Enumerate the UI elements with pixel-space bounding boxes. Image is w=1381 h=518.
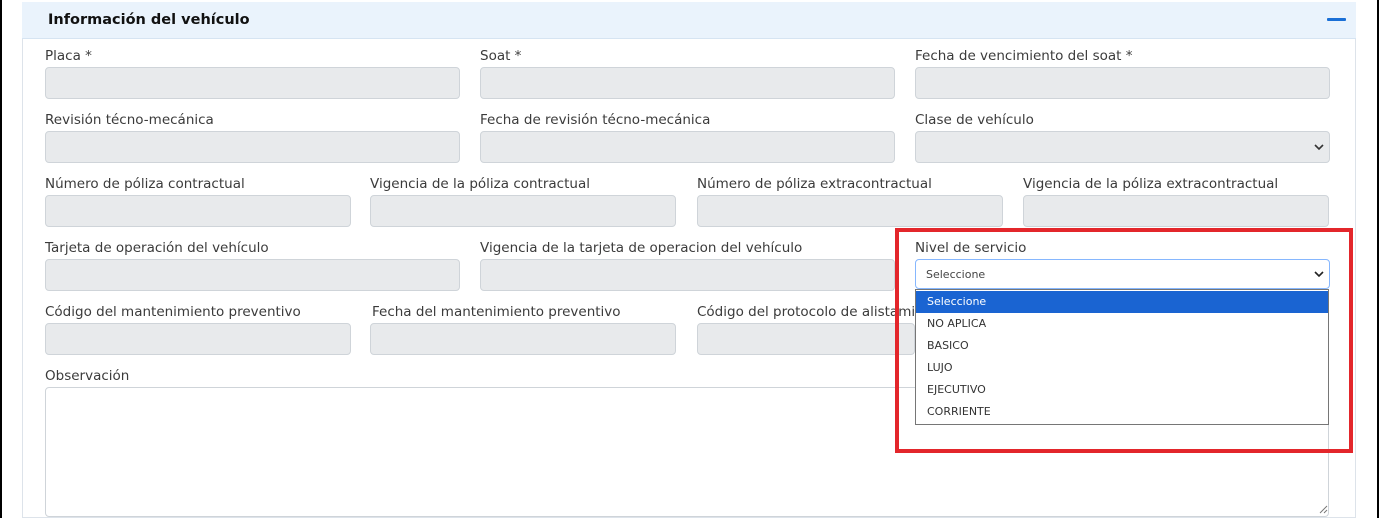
option-no-aplica[interactable]: NO APLICA — [916, 313, 1328, 335]
vig-poliza-extra-input[interactable] — [1023, 195, 1329, 227]
num-poliza-contractual-input[interactable] — [45, 195, 351, 227]
option-basico[interactable]: BASICO — [916, 335, 1328, 357]
fecha-mant-input[interactable] — [370, 323, 676, 355]
vig-tarjeta-label: Vigencia de la tarjeta de operacion del … — [480, 240, 803, 256]
tarjeta-label: Tarjeta de operación del vehículo — [45, 240, 269, 256]
resize-handle-icon[interactable] — [1318, 504, 1328, 514]
num-poliza-contractual-label: Número de póliza contractual — [45, 176, 245, 192]
fecha-revision-input[interactable] — [480, 131, 895, 163]
vig-poliza-contractual-label: Vigencia de la póliza contractual — [370, 176, 590, 192]
minus-icon[interactable] — [1327, 12, 1346, 26]
revision-label: Revisión técno-mecánica — [45, 112, 214, 128]
panel-title: Información del vehículo — [48, 12, 250, 28]
cod-protocolo-label: Código del protocolo de alistami — [697, 304, 916, 320]
clase-label: Clase de vehículo — [915, 112, 1034, 128]
vig-poliza-extra-label: Vigencia de la póliza extracontractual — [1023, 176, 1279, 192]
fecha-soat-input[interactable] — [915, 67, 1330, 99]
nivel-servicio-value: Seleccione — [926, 268, 986, 281]
chevron-down-icon — [1314, 271, 1324, 278]
option-corriente[interactable]: CORRIENTE — [916, 401, 1328, 423]
fecha-mant-label: Fecha del mantenimiento preventivo — [372, 304, 621, 320]
vig-tarjeta-input[interactable] — [480, 259, 895, 291]
observacion-label: Observación — [45, 368, 130, 384]
cod-mant-input[interactable] — [45, 323, 351, 355]
tarjeta-input[interactable] — [45, 259, 460, 291]
cod-mant-label: Código del mantenimiento preventivo — [45, 304, 301, 320]
cod-protocolo-input[interactable] — [697, 323, 915, 355]
num-poliza-extra-label: Número de póliza extracontractual — [697, 176, 932, 192]
soat-input[interactable] — [480, 67, 895, 99]
fecha-revision-label: Fecha de revisión técno-mecánica — [480, 112, 711, 128]
soat-label: Soat * — [480, 48, 522, 64]
option-lujo[interactable]: LUJO — [916, 357, 1328, 379]
nivel-servicio-options: Seleccione NO APLICA BASICO LUJO EJECUTI… — [915, 289, 1329, 425]
vig-poliza-contractual-input[interactable] — [370, 195, 676, 227]
placa-input[interactable] — [45, 67, 460, 99]
placa-label: Placa * — [45, 48, 92, 64]
nivel-servicio-label: Nivel de servicio — [915, 240, 1027, 256]
fecha-soat-label: Fecha de vencimiento del soat * — [915, 48, 1133, 64]
num-poliza-extra-input[interactable] — [697, 195, 1003, 227]
revision-input[interactable] — [45, 131, 460, 163]
clase-select[interactable] — [915, 131, 1330, 163]
option-seleccione[interactable]: Seleccione — [916, 291, 1328, 313]
chevron-down-icon — [1314, 144, 1324, 151]
option-ejecutivo[interactable]: EJECUTIVO — [916, 379, 1328, 401]
